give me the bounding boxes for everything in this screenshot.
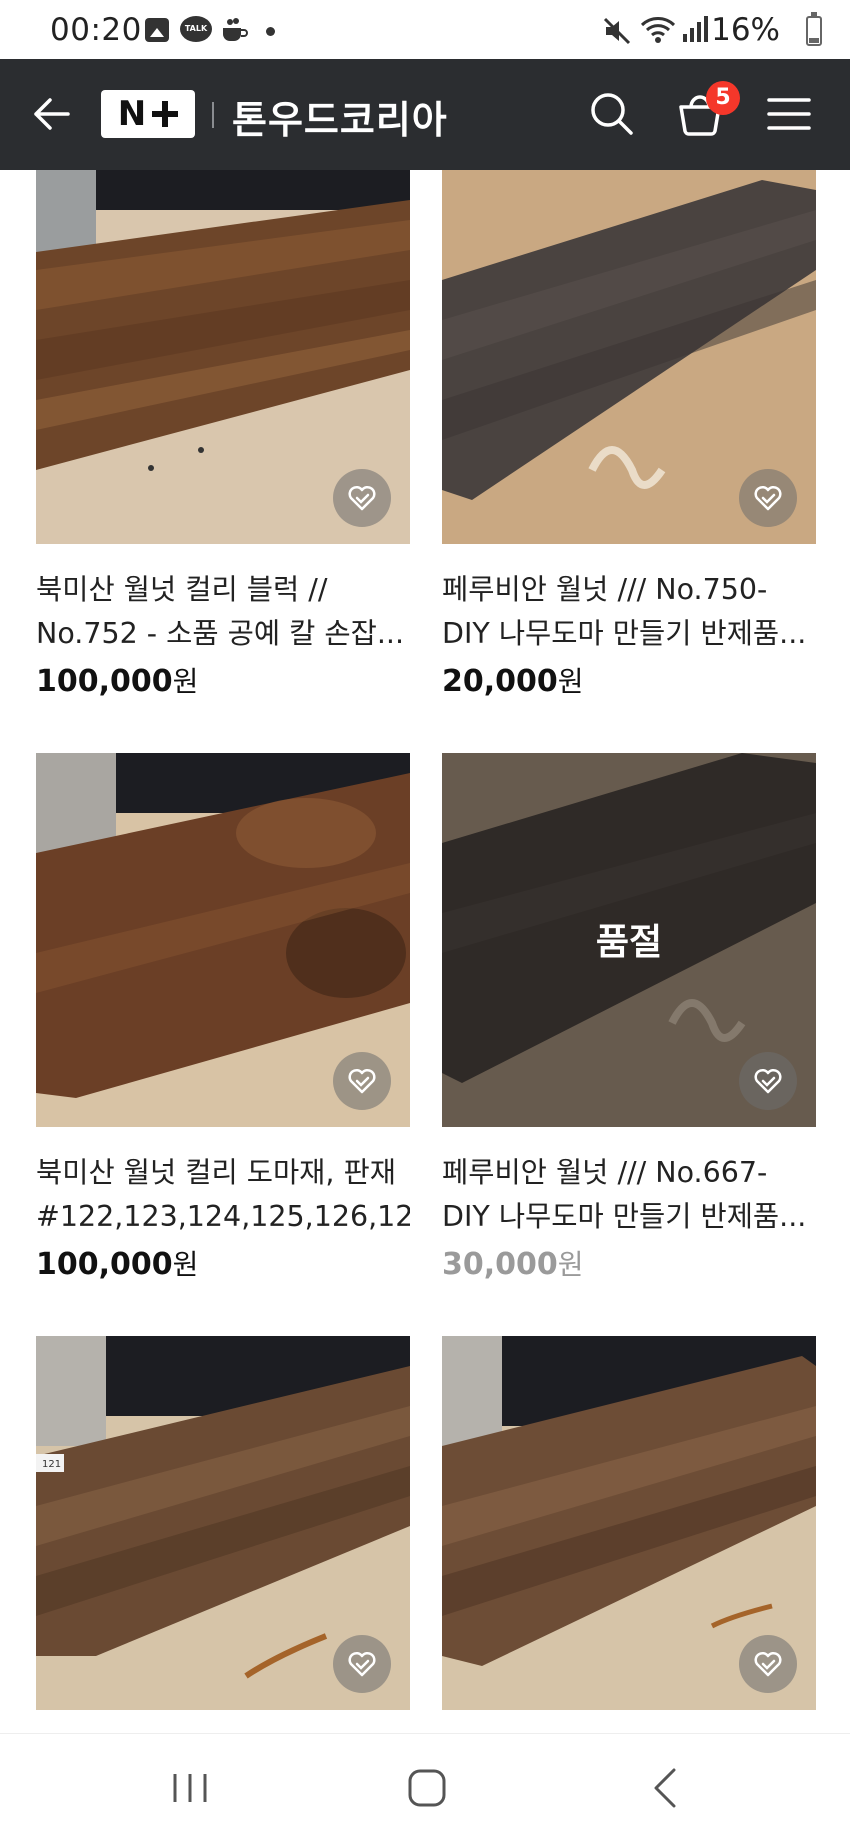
gallery-icon — [145, 18, 169, 42]
heart-icon — [348, 1651, 376, 1677]
home-icon[interactable] — [397, 1758, 457, 1818]
product-image[interactable] — [442, 170, 816, 544]
wishlist-button[interactable] — [333, 1635, 391, 1693]
brand-separator — [212, 102, 214, 128]
product-image[interactable] — [442, 1336, 816, 1710]
heart-icon — [754, 1068, 782, 1094]
sold-out-overlay: 품절 — [595, 922, 663, 963]
recent-apps-icon[interactable] — [160, 1758, 220, 1818]
kakaotalk-icon: TALK — [180, 16, 212, 42]
menu-icon[interactable] — [762, 87, 816, 141]
product-card[interactable]: 북미산 월넛 컬리 도마재, 판재 #122,123,124,125,126,1… — [36, 753, 410, 1283]
wifi-icon — [640, 17, 676, 43]
product-card[interactable]: 페루비안 월넛 /// No.750- DIY 나무도마 만들기 반제품... … — [442, 170, 816, 700]
back-arrow-icon[interactable] — [28, 89, 78, 139]
signal-icon — [683, 16, 708, 42]
price-currency: 원 — [172, 1248, 199, 1281]
system-nav-bar — [0, 1733, 850, 1842]
heart-icon — [348, 1068, 376, 1094]
product-card[interactable]: 북미산 월넛 컬리 블럭 // No.752 - 소품 공예 칼 손잡... 1… — [36, 170, 410, 700]
naver-plus-logo[interactable]: N — [101, 90, 195, 138]
price-value: 100,000 — [36, 1247, 173, 1282]
search-icon[interactable] — [585, 87, 639, 141]
heart-icon — [754, 485, 782, 511]
product-title-line: 페루비안 월넛 /// No.667- — [442, 1156, 768, 1189]
product-title[interactable]: 북미산 월넛 컬리 도마재, 판재 #122,123,124,125,126,1… — [36, 1151, 410, 1239]
product-title-line: No.752 - 소품 공예 칼 손잡... — [36, 617, 405, 650]
product-title-line: 북미산 월넛 컬리 블럭 // — [36, 573, 328, 606]
product-image[interactable]: 121 — [36, 1336, 410, 1710]
product-title[interactable]: 페루비안 월넛 /// No.667- DIY 나무도마 만들기 반제품... — [442, 1151, 816, 1239]
product-title[interactable]: 페루비안 월넛 /// No.750- DIY 나무도마 만들기 반제품... — [442, 568, 816, 656]
brand-logo-letter: N — [117, 94, 147, 134]
product-price: 100,000원 — [36, 1243, 410, 1283]
status-bar: 00:20 TALK 16% — [0, 0, 850, 59]
wishlist-button[interactable] — [739, 1052, 797, 1110]
heart-icon — [348, 485, 376, 511]
product-title-line: DIY 나무도마 만들기 반제품... — [442, 1200, 807, 1233]
plus-icon — [152, 101, 179, 127]
mute-icon — [603, 17, 631, 45]
heart-icon — [754, 1651, 782, 1677]
product-price: 30,000원 — [442, 1243, 816, 1283]
price-currency: 원 — [557, 665, 584, 698]
product-card[interactable]: 품절 페루비안 월넛 /// No.667- DIY 나무도마 만들기 반제품.… — [442, 753, 816, 1283]
product-card[interactable] — [442, 1336, 816, 1710]
price-currency: 원 — [557, 1248, 584, 1281]
product-title-line: DIY 나무도마 만들기 반제품... — [442, 617, 807, 650]
product-title[interactable]: 북미산 월넛 컬리 블럭 // No.752 - 소품 공예 칼 손잡... — [36, 568, 410, 656]
coffee-icon — [223, 18, 248, 41]
product-title-line: #122,123,124,125,126,127 — [36, 1200, 410, 1233]
price-value: 20,000 — [442, 664, 558, 699]
product-card[interactable]: 121 — [36, 1336, 410, 1710]
battery-icon — [806, 12, 822, 46]
price-currency: 원 — [172, 665, 199, 698]
status-time: 00:20 — [50, 12, 142, 48]
product-image[interactable]: 품절 — [442, 753, 816, 1127]
board-tag: 121 — [42, 1459, 61, 1470]
price-value: 30,000 — [442, 1247, 558, 1282]
notification-dot-icon — [266, 27, 275, 36]
product-price: 100,000원 — [36, 660, 410, 700]
wishlist-button[interactable] — [739, 1635, 797, 1693]
product-title-line: 북미산 월넛 컬리 도마재, 판재 — [36, 1156, 396, 1189]
app-header: N 톤우드코리아 5 — [0, 59, 850, 170]
product-image[interactable] — [36, 170, 410, 544]
wishlist-button[interactable] — [739, 469, 797, 527]
product-grid: 북미산 월넛 컬리 블럭 // No.752 - 소품 공예 칼 손잡... 1… — [0, 170, 850, 1733]
product-image[interactable] — [36, 753, 410, 1127]
battery-percent: 16% — [711, 12, 780, 48]
store-name[interactable]: 톤우드코리아 — [232, 89, 448, 144]
wishlist-button[interactable] — [333, 1052, 391, 1110]
wishlist-button[interactable] — [333, 469, 391, 527]
product-price: 20,000원 — [442, 660, 816, 700]
product-title-line: 페루비안 월넛 /// No.750- — [442, 573, 768, 606]
back-nav-icon[interactable] — [636, 1758, 696, 1818]
price-value: 100,000 — [36, 664, 173, 699]
cart-count-badge: 5 — [706, 81, 740, 115]
